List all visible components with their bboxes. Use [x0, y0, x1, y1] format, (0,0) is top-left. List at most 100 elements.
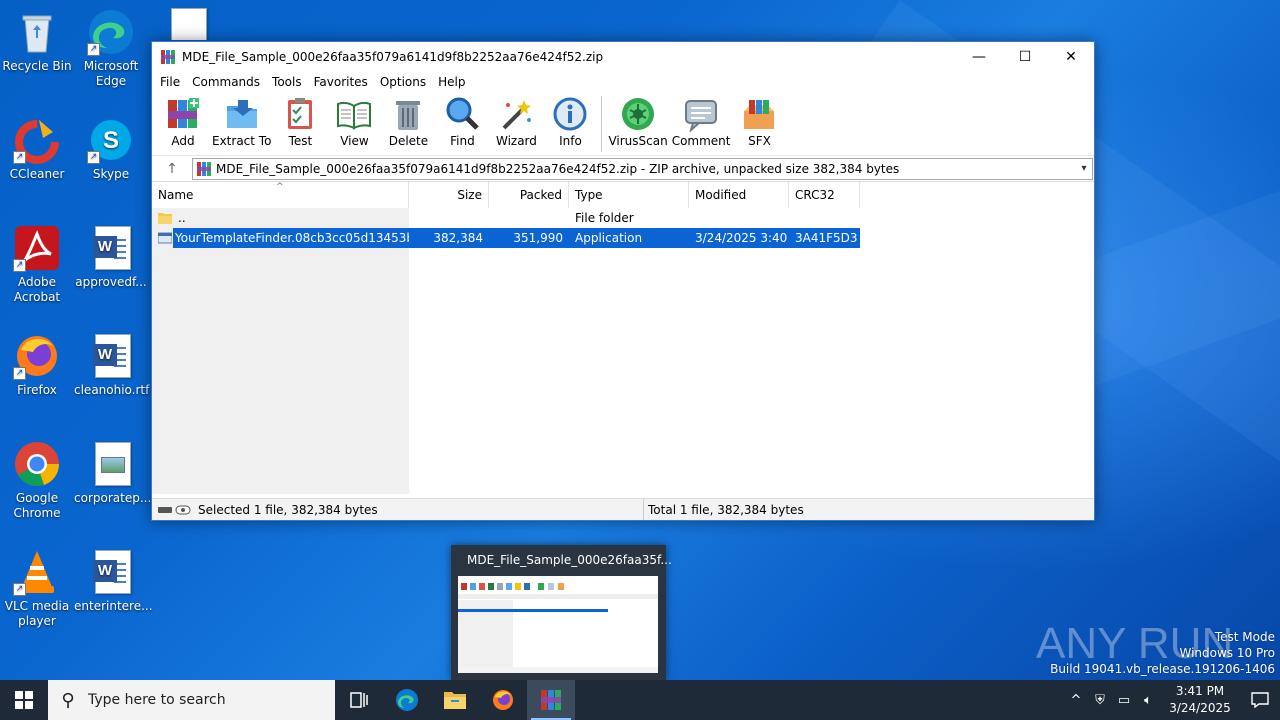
taskbar-thumbnail-preview[interactable]: MDE_File_Sample_000e26faa35f... — [451, 545, 672, 680]
column-packed[interactable]: Packed — [489, 182, 569, 208]
address-bar: ↑ MDE_File_Sample_000e26faa35f079a6141d9… — [152, 156, 1094, 182]
add-button[interactable]: Add — [156, 92, 210, 148]
menu-favorites[interactable]: Favorites — [308, 75, 374, 89]
desktop-icon-approvedf[interactable]: W approvedf... — [74, 224, 148, 290]
clock[interactable]: 3:41 PM 3/24/2025 — [1160, 683, 1240, 717]
desktop-icon-enterintere[interactable]: W enterintere... — [74, 548, 153, 614]
desktop-icon-google-chrome[interactable]: Google Chrome — [0, 440, 74, 521]
desktop-icon-microsoft-edge[interactable]: ↗ Microsoft Edge — [74, 8, 148, 89]
windows-test-mode-info: Test Mode Windows 10 Pro Build 19041.vb_… — [1050, 629, 1275, 677]
desktop-icon-recycle-bin[interactable]: Recycle Bin — [0, 8, 74, 74]
test-mode-label: Test Mode — [1214, 630, 1275, 644]
chevron-up-icon[interactable]: ^ — [1064, 693, 1088, 708]
test-icon — [288, 98, 313, 129]
cell-crc — [789, 208, 860, 228]
file-list-header: Name ^ Size Packed Type Modified CRC32 — [152, 182, 860, 208]
column-type-label: Type — [575, 188, 603, 202]
desktop-icon-ccleaner[interactable]: ↗ CCleaner — [0, 116, 74, 182]
cell-crc: 3A41F5D3 — [789, 228, 860, 248]
file-explorer-icon — [444, 692, 466, 709]
drive-icon[interactable] — [158, 504, 192, 516]
notification-center-button[interactable] — [1240, 680, 1280, 720]
word-document-icon: W — [87, 548, 135, 596]
info-icon — [553, 97, 587, 131]
maximize-button[interactable]: ☐ — [1002, 42, 1048, 72]
sfx-label: SFX — [748, 134, 771, 148]
column-crc32[interactable]: CRC32 — [789, 182, 860, 208]
edge-icon — [396, 689, 418, 711]
windows-logo-icon — [15, 691, 33, 709]
table-row-selected[interactable]: YourTemplateFinder.08cb3cc05d13453b84...… — [152, 228, 860, 248]
test-label: Test — [288, 134, 313, 148]
extract-to-button[interactable]: Extract To — [210, 92, 273, 148]
winrar-window[interactable]: MDE_File_Sample_000e26faa35f079a6141d9f8… — [151, 41, 1095, 521]
find-label: Find — [450, 134, 475, 148]
shortcut-arrow-icon: ↗ — [87, 43, 100, 56]
minimize-button[interactable]: — — [956, 42, 1002, 72]
archive-path-box[interactable]: MDE_File_Sample_000e26faa35f079a6141d9f8… — [192, 157, 1093, 180]
menu-options[interactable]: Options — [374, 75, 432, 89]
column-modified[interactable]: Modified — [689, 182, 789, 208]
comment-button[interactable]: Comment — [670, 92, 733, 148]
desktop-icon-firefox[interactable]: ↗ Firefox — [0, 332, 74, 398]
wizard-button[interactable]: Wizard — [489, 92, 543, 148]
delete-label: Delete — [388, 134, 429, 148]
column-name[interactable]: Name ^ — [152, 182, 409, 208]
title-bar[interactable]: MDE_File_Sample_000e26faa35f079a6141d9f8… — [152, 42, 1094, 72]
delete-button[interactable]: Delete — [381, 92, 435, 148]
taskbar-search-box[interactable]: ⚲ Type here to search — [48, 680, 335, 720]
view-button[interactable]: View — [327, 92, 381, 148]
acrobat-icon: ↗ — [13, 224, 61, 272]
up-arrow-icon[interactable]: ↑ — [152, 161, 192, 177]
menu-tools[interactable]: Tools — [266, 75, 308, 89]
desktop-icon-vlc[interactable]: ↗ VLC media player — [0, 548, 74, 629]
desktop-icon-label: Google Chrome — [13, 491, 61, 520]
comment-label: Comment — [671, 134, 731, 148]
archive-icon — [197, 161, 211, 176]
cell-modified: 3/24/2025 3:40 ... — [689, 228, 789, 248]
chevron-down-icon[interactable]: ▾ — [1076, 163, 1092, 174]
column-size[interactable]: Size — [409, 182, 489, 208]
skype-icon: S ↗ — [87, 116, 135, 164]
desktop-icon-adobe-acrobat[interactable]: ↗ Adobe Acrobat — [0, 224, 74, 305]
task-view-button[interactable] — [335, 680, 383, 720]
desktop-icon-skype[interactable]: S ↗ Skype — [74, 116, 148, 182]
taskbar-edge[interactable] — [383, 680, 431, 720]
desktop-icon-corporatep[interactable]: corporatep... — [74, 440, 152, 506]
menu-commands[interactable]: Commands — [186, 75, 266, 89]
info-button[interactable]: Info — [543, 92, 597, 148]
desktop-icon-cleanohio[interactable]: W cleanohio.rtf — [74, 332, 149, 398]
cell-packed — [489, 208, 569, 228]
test-button[interactable]: Test — [273, 92, 327, 148]
column-modified-label: Modified — [695, 188, 747, 202]
file-list[interactable]: Name ^ Size Packed Type Modified CRC32 ..… — [152, 182, 1094, 494]
clock-time: 3:41 PM — [1175, 684, 1225, 698]
table-row-parent[interactable]: .. File folder — [152, 208, 860, 228]
virusscan-label: VirusScan — [608, 134, 668, 148]
menu-help[interactable]: Help — [432, 75, 471, 89]
start-button[interactable] — [0, 680, 48, 720]
taskbar-winrar[interactable] — [527, 680, 575, 720]
cell-name: YourTemplateFinder.08cb3cc05d13453b84... — [152, 228, 409, 248]
find-button[interactable]: Find — [435, 92, 489, 148]
window-title: MDE_File_Sample_000e26faa35f079a6141d9f8… — [182, 50, 604, 64]
toolbar-separator — [601, 96, 603, 152]
desktop-icon-partial[interactable] — [150, 0, 224, 40]
network-icon[interactable]: ▭ — [1112, 693, 1136, 708]
chrome-icon — [13, 440, 61, 488]
desktop-icon-label: corporatep... — [74, 491, 152, 505]
menu-file[interactable]: File — [154, 75, 186, 89]
virusscan-button[interactable]: VirusScan — [606, 92, 669, 148]
column-type[interactable]: Type — [569, 182, 689, 208]
extract-to-label: Extract To — [212, 134, 272, 148]
find-icon — [446, 97, 480, 130]
application-file-icon — [158, 232, 172, 244]
notification-icon — [1251, 692, 1269, 708]
taskbar-file-explorer[interactable] — [431, 680, 479, 720]
close-button[interactable]: ✕ — [1048, 42, 1094, 72]
taskbar-firefox[interactable] — [479, 680, 527, 720]
sfx-button[interactable]: SFX — [732, 92, 786, 148]
security-icon[interactable]: ⛨ — [1088, 693, 1112, 708]
volume-icon[interactable]: 🔈︎ — [1136, 693, 1160, 708]
desktop-icon-label: VLC media player — [4, 599, 70, 628]
